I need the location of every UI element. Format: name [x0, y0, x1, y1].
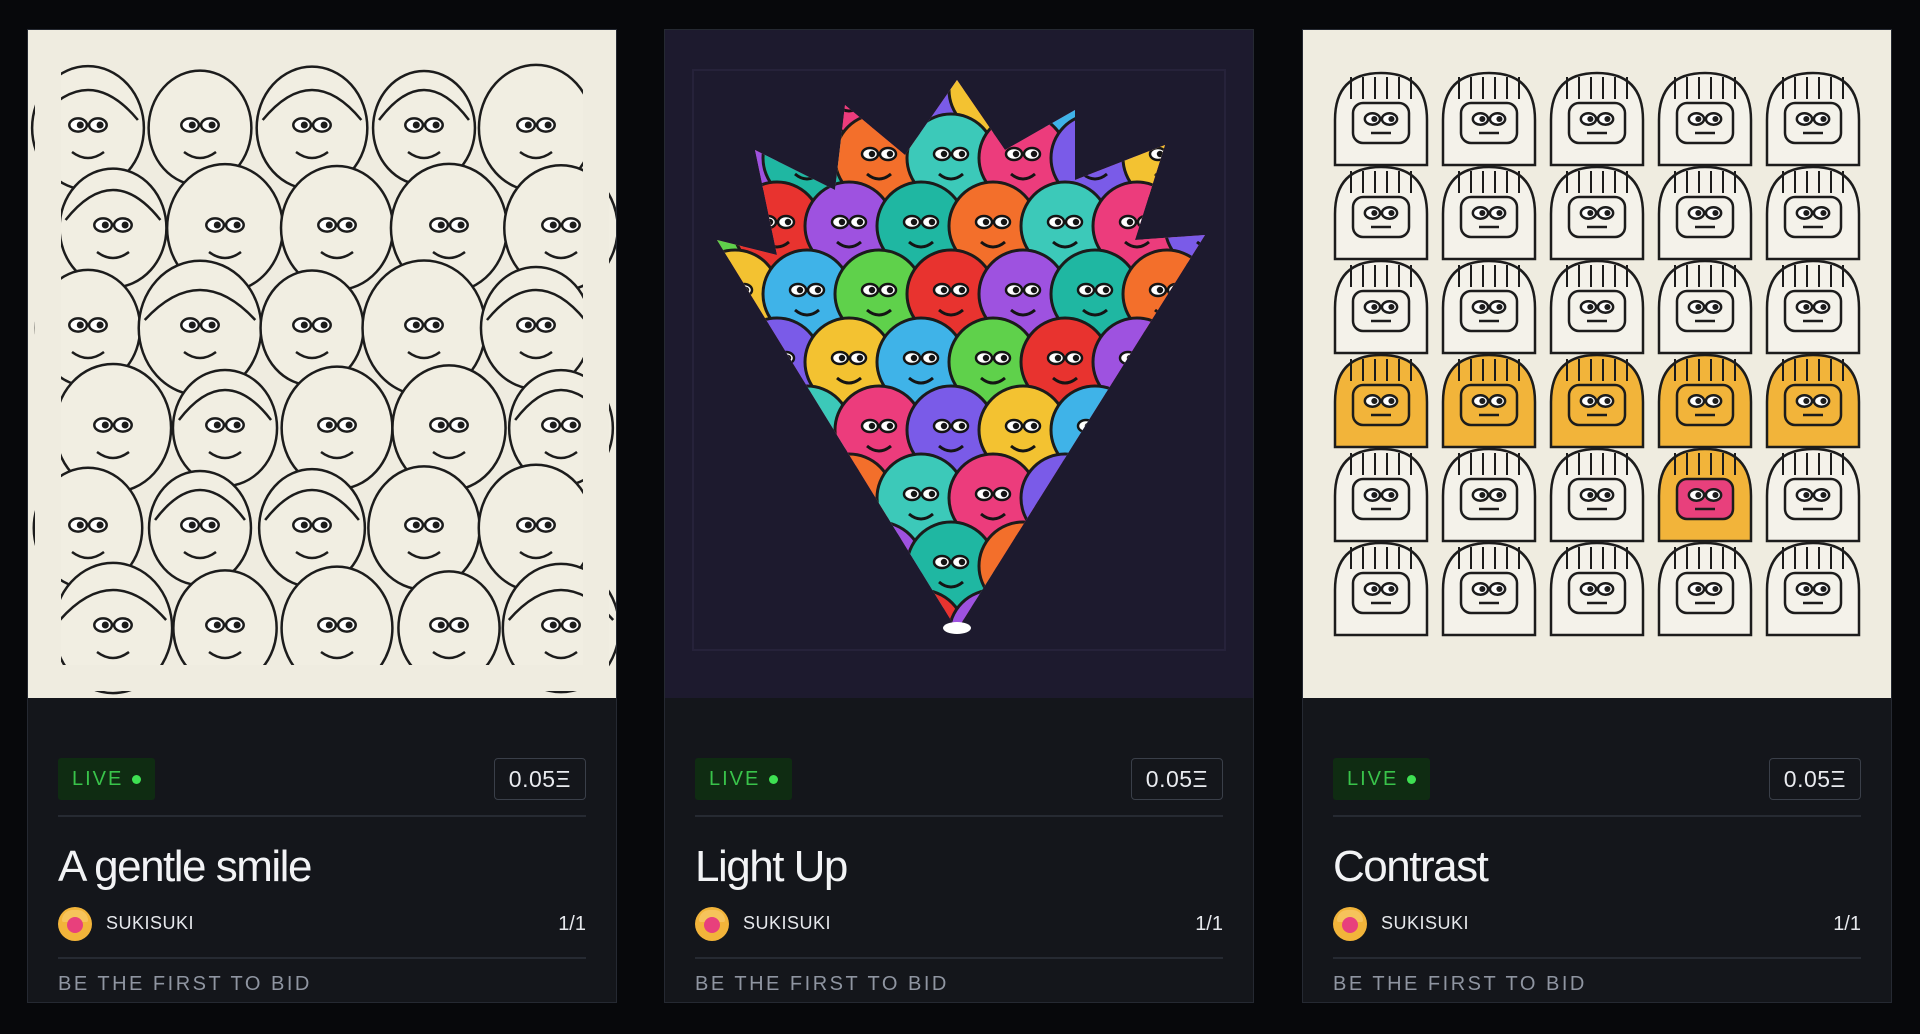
- artwork-image[interactable]: [28, 30, 616, 698]
- live-badge: LIVE: [695, 758, 793, 800]
- avatar[interactable]: [58, 907, 92, 941]
- nft-card[interactable]: LIVE 0.05Ξ Light Up SUKISUKI 1/1 BE THE …: [664, 29, 1254, 1003]
- live-badge: LIVE: [58, 758, 156, 800]
- divider: [58, 957, 586, 959]
- live-label: LIVE: [1347, 767, 1399, 790]
- artist-name[interactable]: SUKISUKI: [743, 913, 831, 934]
- live-badge: LIVE: [1333, 758, 1431, 800]
- divider: [1333, 957, 1861, 959]
- divider: [1333, 815, 1861, 817]
- nft-card[interactable]: LIVE 0.05Ξ Contrast SUKISUKI 1/1 BE THE …: [1302, 29, 1892, 1003]
- artwork-title[interactable]: Light Up: [695, 842, 848, 892]
- card-info: LIVE 0.05Ξ Light Up SUKISUKI 1/1 BE THE …: [695, 698, 1223, 1002]
- card-info: LIVE 0.05Ξ A gentle smile SUKISUKI 1/1 B…: [58, 698, 586, 1002]
- bid-prompt: BE THE FIRST TO BID: [1333, 973, 1587, 995]
- nft-card[interactable]: LIVE 0.05Ξ A gentle smile SUKISUKI 1/1 B…: [27, 29, 617, 1003]
- avatar[interactable]: [695, 907, 729, 941]
- bid-prompt: BE THE FIRST TO BID: [58, 973, 312, 995]
- live-dot-icon: [769, 774, 779, 784]
- edition-count: 1/1: [1833, 913, 1861, 935]
- artwork-image[interactable]: [1303, 30, 1891, 698]
- card-info: LIVE 0.05Ξ Contrast SUKISUKI 1/1 BE THE …: [1333, 698, 1861, 1002]
- artist-row[interactable]: SUKISUKI 1/1: [1333, 907, 1861, 941]
- edition-count: 1/1: [558, 913, 586, 935]
- bid-prompt: BE THE FIRST TO BID: [695, 973, 949, 995]
- artist-name[interactable]: SUKISUKI: [1381, 913, 1469, 934]
- price-tag: 0.05Ξ: [1130, 758, 1223, 800]
- divider: [695, 957, 1223, 959]
- artist-row[interactable]: SUKISUKI 1/1: [58, 907, 586, 941]
- artist-row[interactable]: SUKISUKI 1/1: [695, 907, 1223, 941]
- price-tag: 0.05Ξ: [1768, 758, 1861, 800]
- nft-card-grid: LIVE 0.05Ξ A gentle smile SUKISUKI 1/1 B…: [0, 0, 1920, 1034]
- artwork-title[interactable]: Contrast: [1333, 842, 1489, 892]
- artist-name[interactable]: SUKISUKI: [106, 913, 194, 934]
- artwork-title[interactable]: A gentle smile: [58, 842, 312, 892]
- live-label: LIVE: [72, 767, 124, 790]
- live-dot-icon: [132, 774, 142, 784]
- artwork-image[interactable]: [665, 30, 1253, 698]
- divider: [695, 815, 1223, 817]
- divider: [58, 815, 586, 817]
- price-tag: 0.05Ξ: [493, 758, 586, 800]
- edition-count: 1/1: [1195, 913, 1223, 935]
- avatar[interactable]: [1333, 907, 1367, 941]
- live-label: LIVE: [709, 767, 761, 790]
- live-dot-icon: [1407, 774, 1417, 784]
